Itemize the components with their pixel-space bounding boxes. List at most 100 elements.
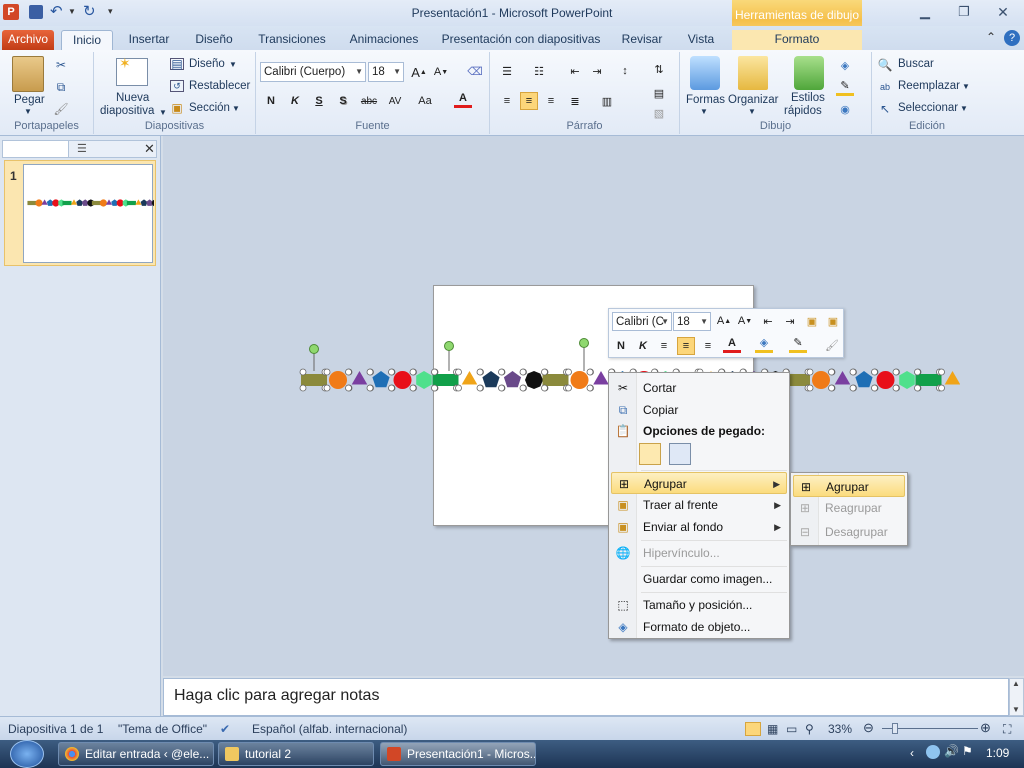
menu-item-bring-front[interactable]: ▣ Traer al frente ▶ xyxy=(611,494,787,516)
selection-handle[interactable] xyxy=(806,368,814,376)
menu-item-size-position[interactable]: ⬚ Tamaño y posición... xyxy=(611,594,787,616)
zoom-in-icon[interactable]: ⊕ xyxy=(980,720,991,736)
shape-tri[interactable] xyxy=(461,371,478,385)
new-slide-label-2[interactable]: diapositiva xyxy=(100,105,154,117)
tray-arrow-icon[interactable]: ‹ xyxy=(910,746,914,760)
zoom-slider-thumb[interactable] xyxy=(892,723,898,734)
minimize-ribbon-icon[interactable]: ⌃ xyxy=(986,30,996,44)
columns-icon[interactable]: ▥ xyxy=(598,92,616,110)
font-family-combo[interactable]: Calibri (Cuerpo) ▼ xyxy=(260,62,366,82)
align-right-icon[interactable]: ≡ xyxy=(542,92,560,110)
selection-handle[interactable] xyxy=(892,368,900,376)
taskbar-item-browser[interactable]: Editar entrada ‹ @ele... xyxy=(58,742,214,766)
selection-handle[interactable] xyxy=(476,384,484,392)
char-spacing-button[interactable]: AV xyxy=(384,92,406,110)
tab-presentacion[interactable]: Presentación con diapositivas xyxy=(437,30,605,50)
restore-icon[interactable]: ❐ xyxy=(951,2,977,22)
selection-handle[interactable] xyxy=(828,384,835,392)
mini-align-center-icon[interactable]: ≡ xyxy=(677,337,695,355)
menu-item-cut[interactable]: ✂ Cortar xyxy=(611,377,787,399)
selection-handle[interactable] xyxy=(586,384,594,392)
language-indicator[interactable]: Español (alfab. internacional) xyxy=(252,722,407,736)
layout-icon[interactable]: ▤ xyxy=(170,57,184,71)
zoom-level[interactable]: 33% xyxy=(828,722,852,736)
thumb-shape-circle[interactable] xyxy=(35,199,43,207)
clear-format-icon[interactable]: ⌫ xyxy=(466,62,484,80)
selection-handle[interactable] xyxy=(299,368,307,376)
quick-styles-label-2[interactable]: rápidos xyxy=(784,105,822,117)
tab-inicio[interactable]: Inicio xyxy=(61,30,113,50)
mini-align-right-icon[interactable]: ≡ xyxy=(699,337,717,355)
mini-size-dropdown-icon[interactable]: ▼ xyxy=(700,313,708,331)
menu-item-send-back[interactable]: ▣ Enviar al fondo ▶ xyxy=(611,516,787,538)
reset-button[interactable]: Restablecer xyxy=(189,80,250,92)
menu-item-group[interactable]: ⊞ Agrupar ▶ xyxy=(611,472,787,494)
shape-tri[interactable] xyxy=(593,371,609,385)
paste-button[interactable]: Pegar xyxy=(14,94,45,106)
start-button-icon[interactable] xyxy=(10,740,44,768)
mini-fill-icon[interactable]: ◈ xyxy=(755,335,773,353)
thumb-shape-rect[interactable] xyxy=(91,200,101,206)
close-icon[interactable]: ✕ xyxy=(990,2,1016,22)
shape-pent[interactable] xyxy=(855,371,873,388)
thumb-shape-tri[interactable] xyxy=(135,199,142,205)
selection-handle[interactable] xyxy=(565,384,572,392)
shape-circle[interactable] xyxy=(329,371,347,389)
reset-icon[interactable]: ↺ xyxy=(170,80,184,92)
strikethrough-button[interactable]: abc xyxy=(358,92,380,110)
selection-handle[interactable] xyxy=(498,368,505,376)
selection-handle[interactable] xyxy=(345,368,352,376)
shape-circle[interactable] xyxy=(812,371,830,389)
notes-scrollbar[interactable]: ▲ ▼ xyxy=(1009,678,1024,716)
line-spacing-icon[interactable]: ↕ xyxy=(616,62,634,80)
size-dropdown-icon[interactable]: ▼ xyxy=(393,63,401,81)
slide-sorter-icon[interactable]: ▦ xyxy=(767,722,778,736)
align-left-icon[interactable]: ≡ xyxy=(498,92,516,110)
shapes-dropdown-icon[interactable]: ▼ xyxy=(700,107,708,116)
align-text-icon[interactable]: ▤ xyxy=(650,84,668,102)
shape-circle[interactable] xyxy=(570,371,589,389)
selection-handle[interactable] xyxy=(938,368,945,376)
shadow-button[interactable]: S xyxy=(334,92,352,110)
close-panel-icon[interactable]: ✕ xyxy=(144,141,155,157)
thumb-shape-rect[interactable] xyxy=(27,200,37,206)
selection-handle[interactable] xyxy=(388,384,395,392)
selection-handle[interactable] xyxy=(892,384,900,392)
cut-icon[interactable]: ✂ xyxy=(54,58,68,72)
selection-handle[interactable] xyxy=(871,368,878,376)
section-icon[interactable]: ▣ xyxy=(170,101,184,115)
arrange-dropdown-icon[interactable]: ▼ xyxy=(748,107,756,116)
shape-effects-icon[interactable]: ◉ xyxy=(836,100,854,118)
mini-bold-button[interactable]: N xyxy=(612,337,630,355)
selection-handle[interactable] xyxy=(565,368,572,376)
bold-button[interactable]: N xyxy=(262,92,280,110)
mini-grow-font-icon[interactable]: A ▲ xyxy=(715,312,733,330)
outline-tab-icon[interactable]: ☰ xyxy=(77,142,87,155)
numbering-icon[interactable]: ☷ xyxy=(530,62,548,80)
section-button[interactable]: Sección xyxy=(189,102,230,114)
shape-pent[interactable] xyxy=(372,371,390,388)
shape-fill-icon[interactable]: ◈ xyxy=(836,56,854,74)
quick-styles-label-1[interactable]: Estilos xyxy=(791,92,825,104)
shape-pent[interactable] xyxy=(503,371,522,388)
font-dropdown-icon[interactable]: ▼ xyxy=(355,63,363,81)
shape-hex[interactable] xyxy=(899,371,915,389)
layout-dropdown-icon[interactable]: ▼ xyxy=(229,60,237,69)
thumb-shape-oct[interactable] xyxy=(151,199,159,207)
selection-handle[interactable] xyxy=(519,384,527,392)
align-center-icon[interactable]: ≡ xyxy=(520,92,538,110)
taskbar-item-powerpoint[interactable]: Presentación1 - Micros... xyxy=(380,742,536,766)
mini-font-dropdown-icon[interactable]: ▼ xyxy=(661,313,669,331)
italic-button[interactable]: K xyxy=(286,92,304,110)
shape-outline-icon[interactable]: ✎ xyxy=(836,78,854,96)
zoom-out-icon[interactable]: ⊖ xyxy=(863,720,874,736)
shape-rect[interactable] xyxy=(542,374,569,386)
replace-dropdown-icon[interactable]: ▼ xyxy=(962,82,970,91)
selection-handle[interactable] xyxy=(431,368,438,376)
mini-decrease-indent-icon[interactable]: ⇤ xyxy=(759,312,777,330)
menu-item-copy[interactable]: ⧉ Copiar xyxy=(611,399,787,421)
selection-handle[interactable] xyxy=(586,368,594,376)
justify-icon[interactable]: ≣ xyxy=(566,92,584,110)
mini-size-combo[interactable]: 18 ▼ xyxy=(673,312,711,331)
shape-oct[interactable] xyxy=(525,371,543,389)
